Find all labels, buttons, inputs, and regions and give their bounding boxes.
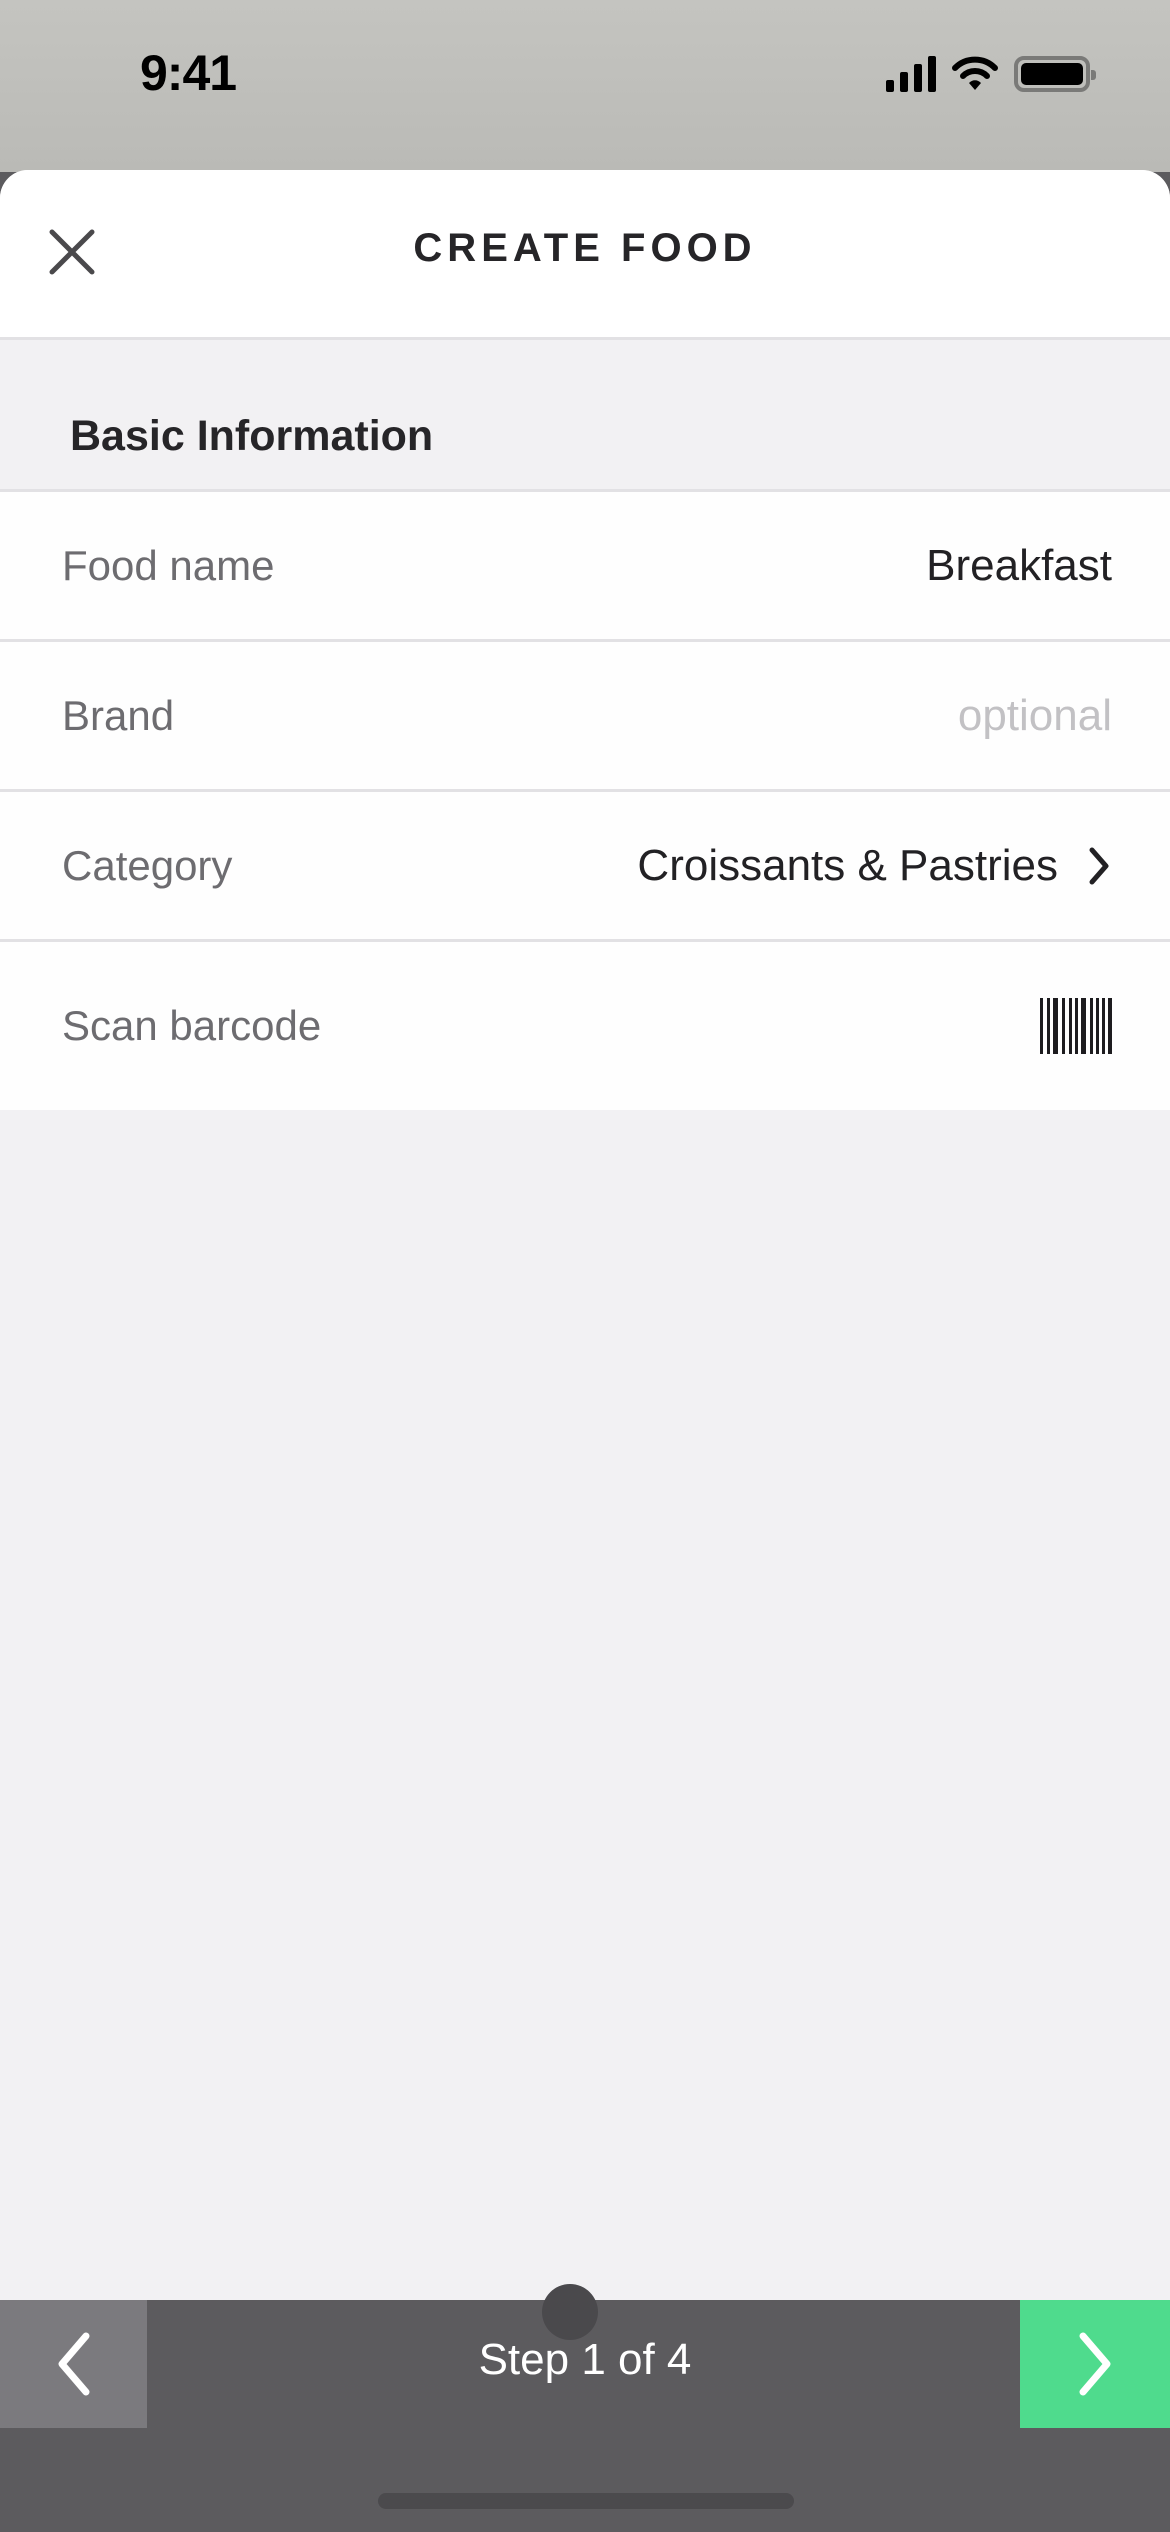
wifi-icon <box>952 56 998 90</box>
food-name-value[interactable]: Breakfast <box>926 541 1112 591</box>
section-title: Basic Information <box>0 340 1170 492</box>
category-value-group[interactable]: Croissants & Pastries <box>637 841 1112 891</box>
category-field[interactable]: Category Croissants & Pastries <box>0 792 1170 942</box>
food-name-field[interactable]: Food name Breakfast <box>0 492 1170 642</box>
barcode-icon[interactable] <box>1040 998 1112 1054</box>
home-indicator[interactable] <box>378 2493 794 2509</box>
category-value: Croissants & Pastries <box>637 840 1058 890</box>
chevron-right-icon <box>1089 847 1109 884</box>
brand-label: Brand <box>62 691 175 739</box>
page-title: CREATE FOOD <box>413 226 757 270</box>
cellular-signal-icon <box>886 56 936 92</box>
brand-input[interactable]: optional <box>958 691 1112 741</box>
basic-info-form: Food name Breakfast Brand optional Categ… <box>0 492 1170 1110</box>
scan-barcode-field[interactable]: Scan barcode <box>0 942 1170 1110</box>
status-bar: 9:41 <box>0 0 1170 172</box>
create-food-sheet: CREATE FOOD Basic Information Food name … <box>0 170 1170 2300</box>
scan-barcode-label: Scan barcode <box>62 1002 322 1049</box>
drag-handle[interactable] <box>542 2284 598 2340</box>
status-icons <box>886 56 1096 92</box>
sheet-header: CREATE FOOD <box>0 170 1170 340</box>
chevron-right-icon <box>1079 2332 1111 2396</box>
status-time: 9:41 <box>140 45 237 101</box>
step-indicator: Step 1 of 4 <box>478 2335 692 2384</box>
battery-icon <box>1014 56 1096 92</box>
category-label: Category <box>62 841 233 889</box>
step-footer: Step 1 of 4 <box>0 2284 1170 2532</box>
next-step-button[interactable] <box>1020 2300 1170 2428</box>
brand-field[interactable]: Brand optional <box>0 642 1170 792</box>
food-name-label: Food name <box>62 541 275 589</box>
